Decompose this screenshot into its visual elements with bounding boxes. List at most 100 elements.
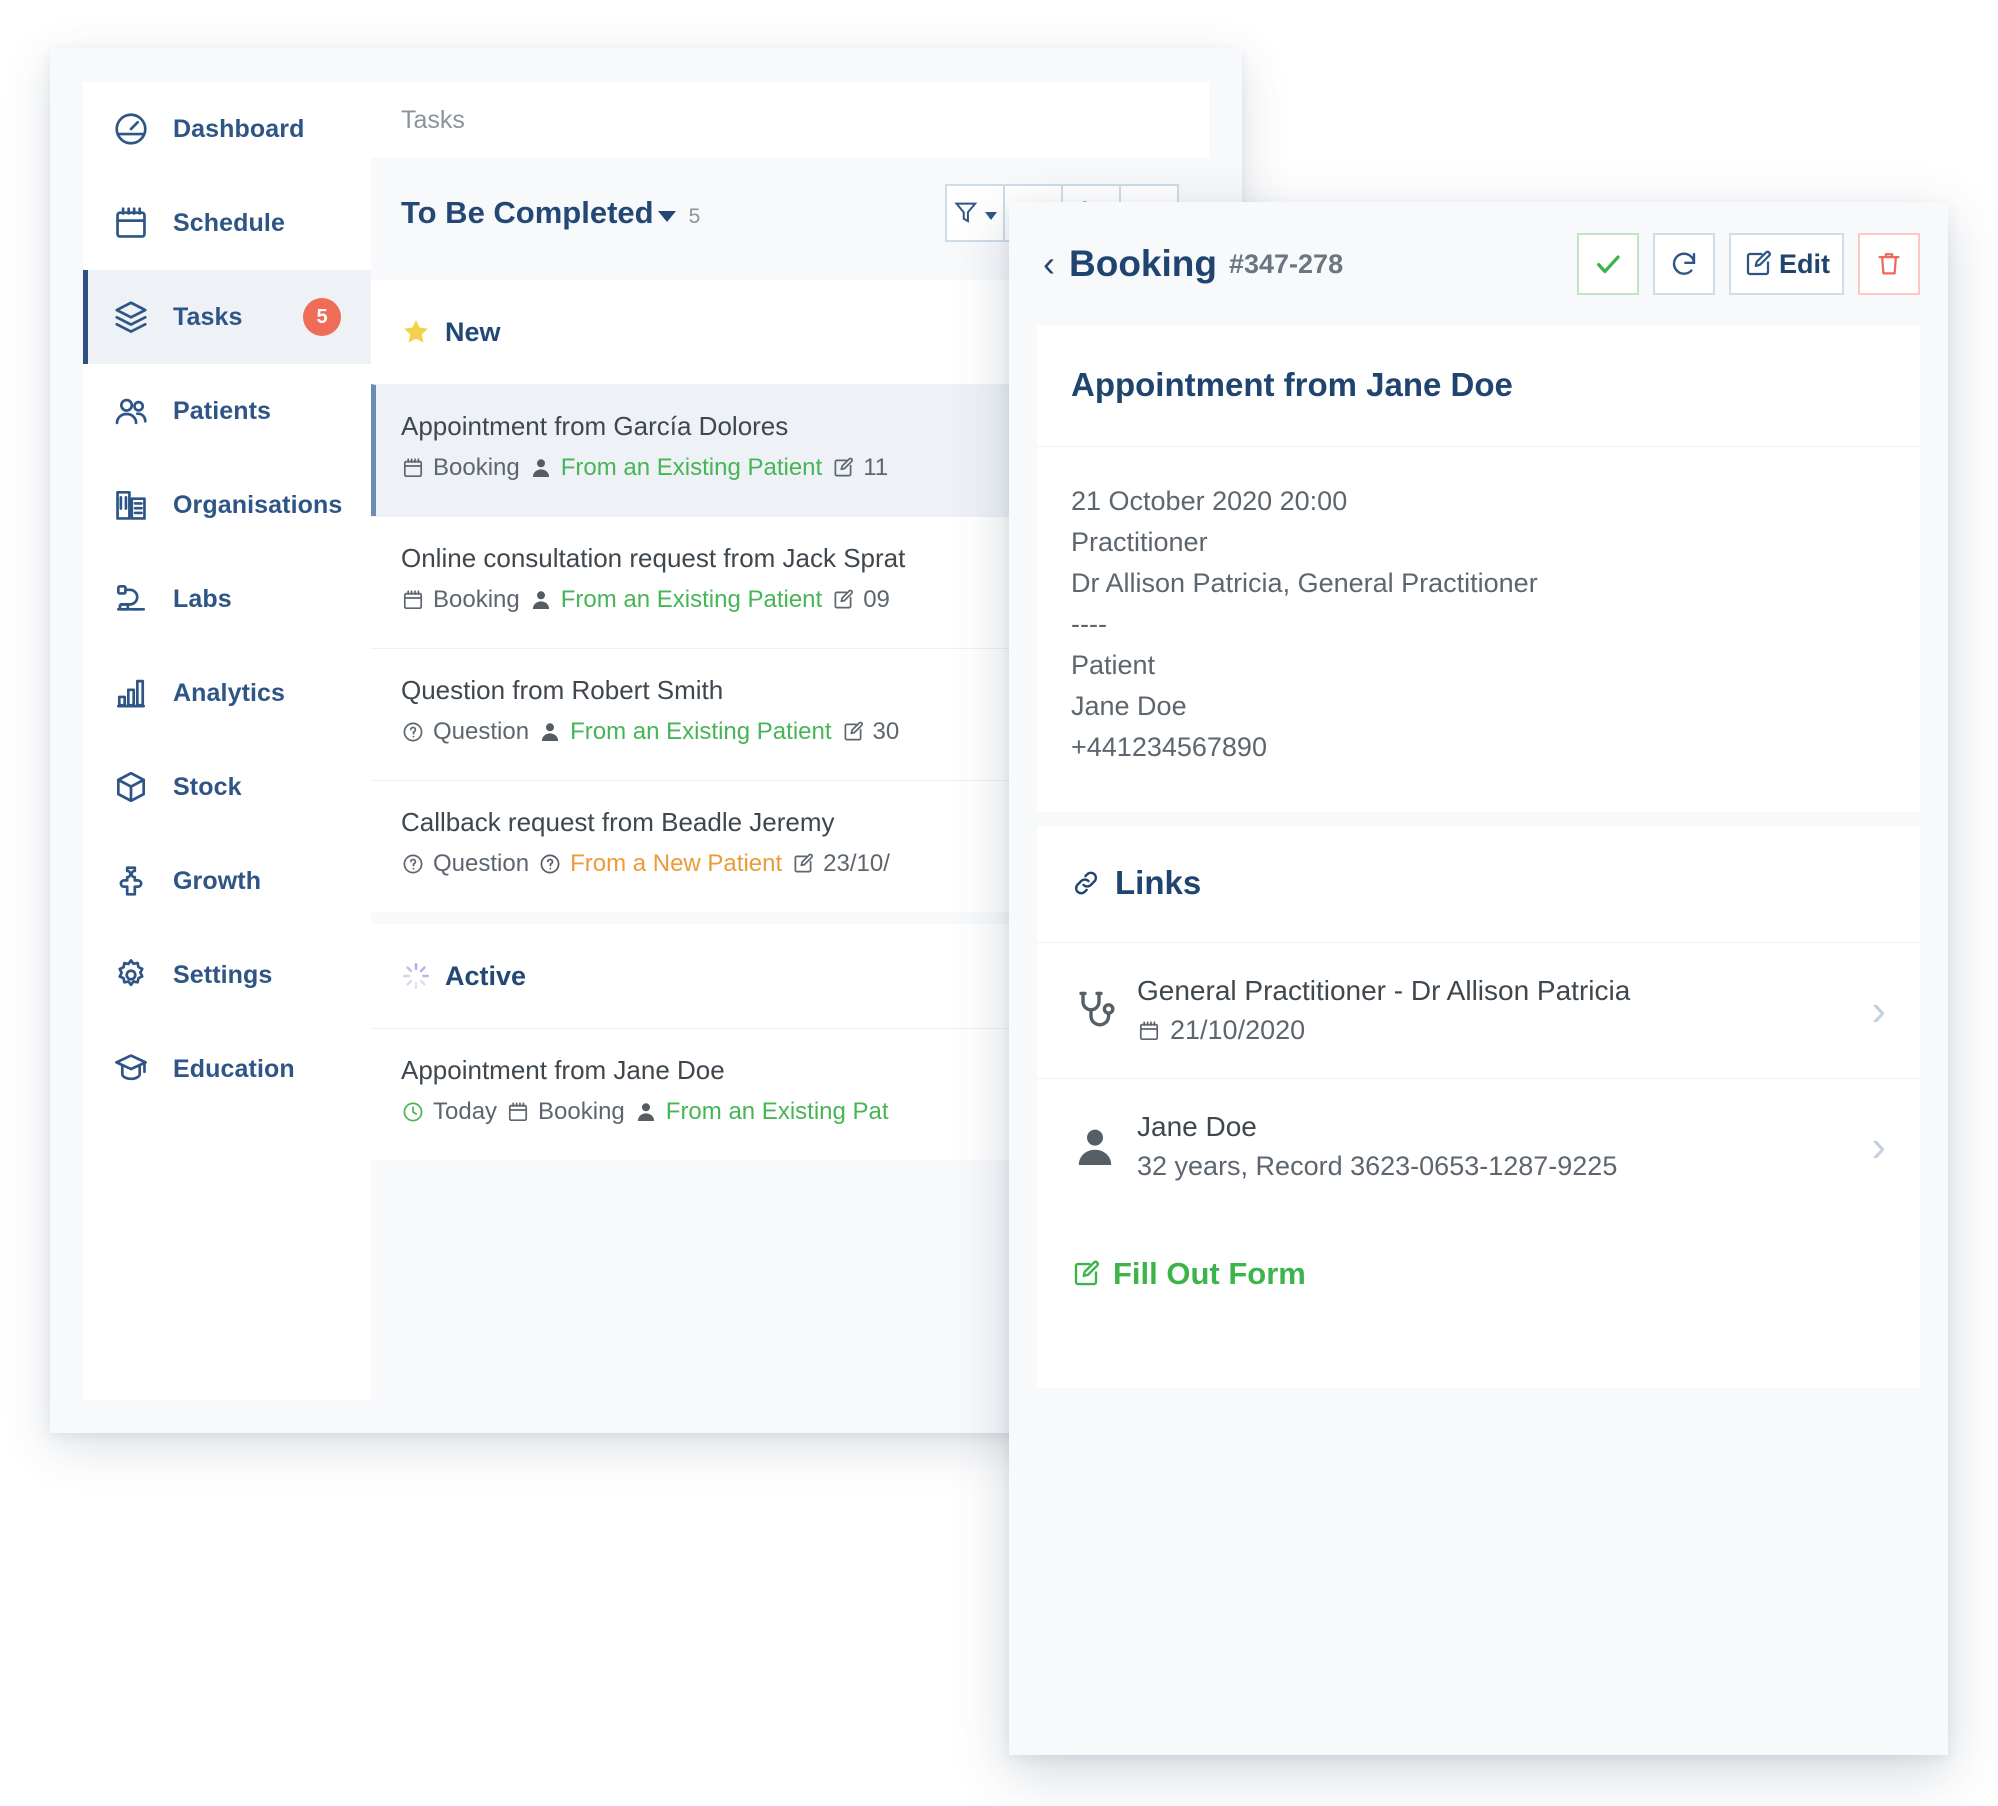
booking-detail-header: ‹ Booking #347-278 Edit [1009,202,1948,326]
booking-heading: Appointment from Jane Doe [1071,366,1513,403]
task-type: Question [401,718,529,746]
users-icon [111,391,151,431]
status-badge: 5 [303,298,341,336]
task-group-label: New [445,316,501,347]
booking-summary-card: Appointment from Jane Doe 21 October 202… [1037,326,1920,813]
task-source: From a New Patient [538,850,782,878]
search-input[interactable]: Tasks [371,82,1209,158]
page-title: Booking [1069,243,1217,284]
delete-button[interactable] [1858,233,1920,295]
dashboard-icon [111,109,151,149]
edit-button-label: Edit [1779,248,1830,279]
box-icon [111,767,151,807]
sidebar-item-tasks[interactable]: Tasks 5 [83,270,371,364]
task-type: Booking [401,586,520,614]
chevron-down-icon [985,212,997,220]
sidebar-item-label: Organisations [173,490,343,519]
booking-body-line: Patient [1071,650,1156,681]
links-card: Links General Practitioner - Dr Allison … [1037,826,1920,1389]
booking-body-line: Jane Doe [1071,691,1187,722]
booking-body-line: Practitioner [1071,527,1208,558]
tasks-count: 5 [688,205,701,228]
link-secondary-wrap: 32 years, Record 3623-0653-1287-9225 [1137,1151,1859,1182]
chevron-down-icon [657,211,676,223]
chevron-right-icon: › [1871,985,1886,1035]
fill-out-form-button[interactable]: Fill Out Form [1037,1214,1920,1388]
booking-body: 21 October 2020 20:00 Practitioner Dr Alli… [1037,446,1920,812]
booking-id: #347-278 [1228,248,1344,279]
complete-button[interactable] [1577,233,1639,295]
graduation-cap-icon [111,1049,151,1089]
task-date: 11 [831,454,888,482]
search-placeholder: Tasks [401,105,465,134]
tasks-status-label: To Be Completed [401,195,654,230]
filter-button[interactable] [945,184,1005,242]
task-type: Booking [506,1098,625,1126]
task-date: 23/10/ [791,850,890,878]
spinner-icon [401,961,431,991]
links-list: General Practitioner - Dr Allison Patric… [1037,942,1920,1214]
sidebar-item-organisations[interactable]: Organisations [83,458,371,552]
link-secondary-wrap: 21/10/2020 [1137,1015,1859,1046]
sidebar-item-schedule[interactable]: Schedule [83,176,371,270]
links-title: Links [1115,864,1202,902]
gear-icon [111,955,151,995]
star-icon [401,317,431,347]
sidebar-item-label: Dashboard [173,114,305,143]
task-today: Today [401,1098,497,1126]
sidebar-item-settings[interactable]: Settings [83,928,371,1022]
check-icon [1597,255,1620,274]
sidebar-item-patients[interactable]: Patients [83,364,371,458]
sidebar: Dashboard Schedule Tasks 5 Patients Organisat… [83,82,371,1400]
link-item[interactable]: Jane Doe 32 years, Record 3623-0653-1287-… [1037,1078,1920,1214]
link-primary: General Practitioner - Dr Allison Patric… [1137,975,1631,1007]
task-source: From an Existing Patient [529,586,822,614]
booking-body-line: 21 October 2020 20:00 [1071,486,1348,516]
booking-actions: Edit [1577,233,1920,295]
edit-icon [1074,1260,1099,1286]
link-primary: Jane Doe [1137,1111,1257,1143]
microscope-icon [111,579,151,619]
link-icon [1074,871,1098,895]
task-source: From an Existing Pat [634,1098,889,1126]
task-date: 30 [841,718,899,746]
task-type: Booking [401,454,520,482]
refresh-button[interactable] [1653,233,1715,295]
layers-icon [111,297,151,337]
sidebar-item-stock[interactable]: Stock [83,740,371,834]
booking-body-line: +441234567890 [1071,732,1267,763]
sidebar-item-label: Education [173,1054,295,1083]
sidebar-item-dashboard[interactable]: Dashboard [83,82,371,176]
filter-icon [954,202,978,223]
sidebar-item-label: Schedule [173,208,285,237]
links-header: Links [1037,826,1920,942]
sidebar-item-label: Tasks [173,302,243,331]
sidebar-item-growth[interactable]: Growth [83,834,371,928]
trash-icon [1878,253,1900,275]
sidebar-item-education[interactable]: Education [83,1022,371,1116]
task-source: From an Existing Patient [538,718,832,746]
sidebar-item-label: Settings [173,960,273,989]
calendar-icon [111,203,151,243]
puzzle-icon [111,861,151,901]
booking-detail-panel: ‹ Booking #347-278 Edit Appointment from… [1009,202,1948,1755]
sidebar-item-label: Labs [173,584,232,613]
back-button[interactable]: ‹ [1043,246,1055,282]
bar-chart-icon [111,673,151,713]
sidebar-item-label: Growth [173,866,262,895]
edit-icon [1746,250,1771,276]
sidebar-item-label: Patients [173,396,272,425]
link-secondary: 21/10/2020 [1170,1015,1306,1046]
link-item[interactable]: General Practitioner - Dr Allison Patric… [1037,942,1920,1078]
person-icon [1071,1123,1137,1171]
stethoscope-icon [1071,987,1137,1035]
task-type: Question [401,850,529,878]
task-source: From an Existing Patient [529,454,822,482]
tasks-status-dropdown[interactable]: To Be Completed 5 [401,195,700,231]
fill-out-form-label: Fill Out Form [1113,1256,1306,1292]
sidebar-item-analytics[interactable]: Analytics [83,646,371,740]
refresh-icon [1672,252,1696,275]
edit-button[interactable]: Edit [1729,233,1844,295]
task-group-label: Active [445,960,527,991]
sidebar-item-labs[interactable]: Labs [83,552,371,646]
